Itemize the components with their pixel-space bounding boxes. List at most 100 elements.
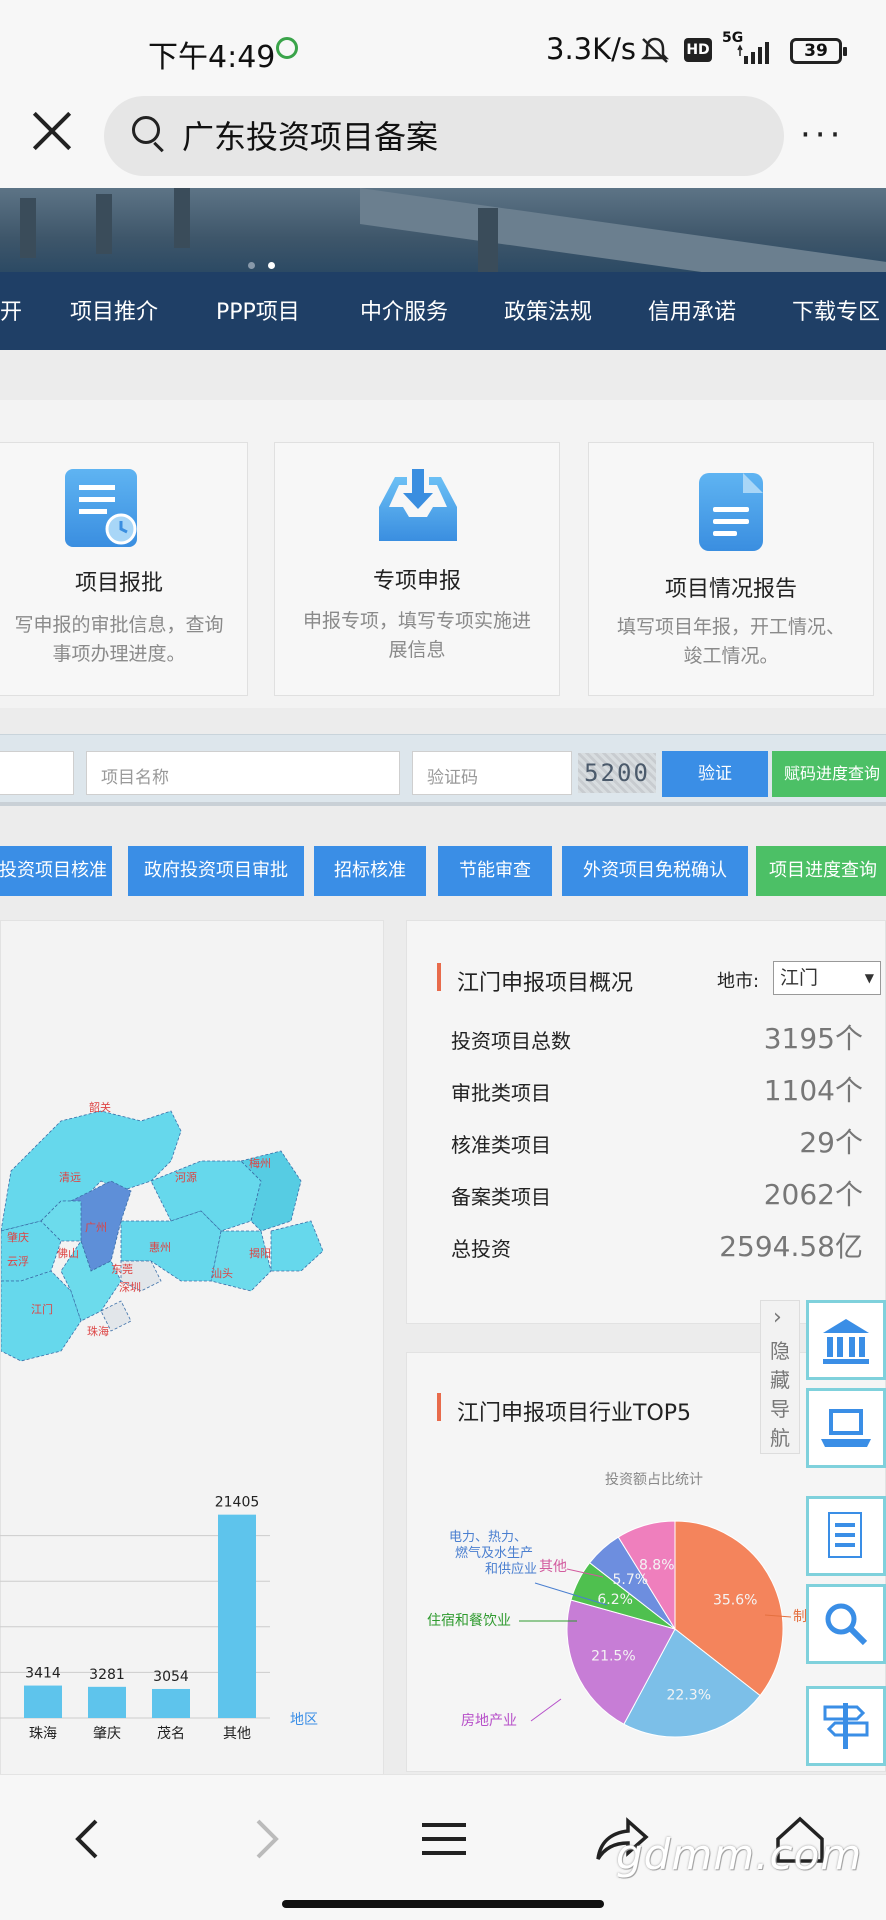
side-nav-button[interactable] [806, 1388, 886, 1468]
forward-icon[interactable] [236, 1809, 296, 1869]
chevron-right-icon: › [773, 1305, 782, 1330]
home-indicator [282, 1900, 604, 1908]
back-icon[interactable] [58, 1809, 118, 1869]
nav-item[interactable]: 下载专区 [792, 294, 880, 326]
category-button[interactable]: 外资项目免税确认 [562, 846, 748, 896]
side-nav-button[interactable] [806, 1496, 886, 1576]
map-label: 珠海 [87, 1324, 109, 1338]
summary-panel: 江门申报项目概况 地市: 江门 ▼ 投资项目总数 3195个 审批类项目 110… [406, 920, 886, 1324]
service-desc-line: 竣工情况。 [683, 645, 779, 667]
map-label: 河源 [175, 1170, 197, 1184]
bar[interactable] [24, 1685, 62, 1718]
nav-item[interactable]: 政策法规 [504, 294, 592, 326]
bar-chart: 3414 珠海 3281 肇庆 3054 茂名 21405 其他 地区 [0, 1495, 318, 1742]
city-label: 地市: [717, 971, 760, 992]
service-title: 项目情况报告 [664, 577, 797, 602]
map-label: 深圳 [119, 1281, 141, 1294]
leader-line [530, 1698, 562, 1722]
service-card-special[interactable]: 专项申报 申报专项，填写专项实施进 展信息 [274, 442, 560, 696]
bar[interactable] [152, 1688, 190, 1718]
category-button[interactable]: 招标核准 [314, 846, 426, 896]
watermark: gdmm.com [616, 1830, 863, 1879]
category-button-progress[interactable]: 项目进度查询 [756, 846, 886, 896]
pie-percent-label: 5.7% [612, 1572, 648, 1588]
stat-label: 核准类项目 [451, 1133, 551, 1157]
bar-value-label: 3281 [89, 1667, 125, 1683]
title-accent [437, 1393, 441, 1421]
nav-item[interactable]: 信用承诺 [648, 294, 736, 326]
service-card-approval[interactable]: 项目报批 写申报的审批信息，查询 事项办理进度。 [0, 442, 248, 696]
hide-nav-toggle[interactable]: › 隐 藏 导 航 [760, 1300, 800, 1454]
map-label: 揭阳 [249, 1246, 271, 1260]
hide-nav-label: 隐 藏 导 航 [770, 1337, 792, 1453]
captcha-input[interactable]: 验证码 [412, 751, 572, 795]
service-desc: 申报专项，填写专项实施进 展信息 [289, 607, 545, 665]
code-input[interactable] [0, 751, 74, 795]
service-desc: 写申报的审批信息，查询 事项办理进度。 [5, 611, 233, 669]
side-nav-button[interactable] [806, 1584, 886, 1664]
map-label: 汕头 [211, 1267, 233, 1280]
map-label: 江门 [31, 1302, 53, 1316]
service-card-report[interactable]: 项目情况报告 填写项目年报，开工情况、 竣工情况。 [588, 442, 874, 696]
bar[interactable] [88, 1686, 126, 1718]
stat-label: 投资项目总数 [451, 1029, 571, 1053]
map-label: 东莞 [111, 1263, 133, 1276]
wechat-icon [276, 37, 298, 59]
category-button[interactable]: 政府投资项目审批 [128, 846, 304, 896]
chevron-down-icon: ▼ [864, 971, 874, 985]
laptop-icon [821, 1409, 871, 1447]
battery-indicator: 39 [790, 38, 847, 64]
bridge-graphic [360, 188, 886, 272]
status-bar: 下午4:49 3.3K/s HD 5G 39 [0, 0, 886, 96]
nav-item[interactable]: 中介服务 [360, 294, 448, 326]
carousel-dot-active[interactable] [268, 262, 275, 269]
side-nav-button[interactable] [806, 1686, 886, 1766]
service-desc-line: 展信息 [388, 639, 446, 661]
stat-value: 29个 [799, 1126, 863, 1159]
address-search-box[interactable]: 广东投资项目备案 [104, 96, 784, 176]
service-desc: 填写项目年报，开工情况、 竣工情况。 [603, 613, 859, 671]
category-tick-label: 茂名 [157, 1725, 185, 1742]
side-nav-button[interactable] [806, 1300, 886, 1380]
hide-nav-char: 导 [770, 1397, 790, 1421]
stat-value: 2062个 [763, 1178, 863, 1211]
top5-title: 江门申报项目行业TOP5 [457, 1401, 692, 1426]
pie-label-power: 燃气及水生产 [455, 1545, 533, 1561]
hide-nav-char: 藏 [770, 1368, 790, 1392]
summary-title: 江门申报项目概况 [457, 971, 634, 996]
category-tick-label: 其他 [223, 1726, 251, 1742]
service-title: 专项申报 [372, 569, 461, 594]
nav-item[interactable]: 开 [0, 294, 22, 326]
service-desc-line: 申报专项，填写专项实施进 [302, 610, 531, 632]
captcha-image[interactable]: 5200 [578, 753, 656, 793]
bar-value-label: 21405 [215, 1495, 260, 1511]
map-label: 肇庆 [7, 1230, 29, 1244]
signpost-icon [823, 1703, 869, 1749]
map-label: 广州 [85, 1221, 107, 1234]
bar-value-label: 3414 [25, 1666, 61, 1682]
city-select[interactable]: 江门 ▼ [773, 961, 881, 995]
bridge-pillar [20, 198, 36, 258]
nav-item[interactable]: 项目推介 [70, 294, 158, 326]
services-panel: 项目报批 写申报的审批信息，查询 事项办理进度。 专项申报 申报专项，填写专项实… [0, 400, 886, 708]
verify-button[interactable]: 验证 [662, 751, 768, 797]
map-label: 梅州 [249, 1156, 271, 1170]
bank-icon [823, 1319, 869, 1364]
category-tick-label: 珠海 [29, 1726, 57, 1742]
category-button[interactable]: 节能审查 [438, 846, 552, 896]
map-label: 云浮 [7, 1255, 29, 1268]
more-menu-icon[interactable]: ··· [800, 118, 844, 152]
close-icon[interactable] [30, 110, 74, 154]
progress-query-button[interactable]: 赋码进度查询 [772, 751, 886, 797]
menu-icon[interactable] [414, 1809, 474, 1869]
bar-value-label: 3054 [153, 1669, 189, 1685]
carousel-dot[interactable] [248, 262, 255, 269]
pie-label-other: 其他 [539, 1559, 567, 1575]
category-button[interactable]: 投资项目核准 [0, 846, 112, 896]
bar[interactable] [218, 1514, 256, 1718]
nav-item[interactable]: PPP项目 [216, 294, 300, 326]
guangdong-map[interactable]: 韶关 梅州 清远 河源 肇庆 广州 惠州 揭阳 汕头 佛山 东莞 江门 深圳 珠… [1, 1051, 385, 1451]
pie-percent-label: 22.3% [667, 1688, 711, 1704]
project-name-input[interactable]: 项目名称 [86, 751, 400, 795]
report-doc-icon [699, 473, 763, 551]
